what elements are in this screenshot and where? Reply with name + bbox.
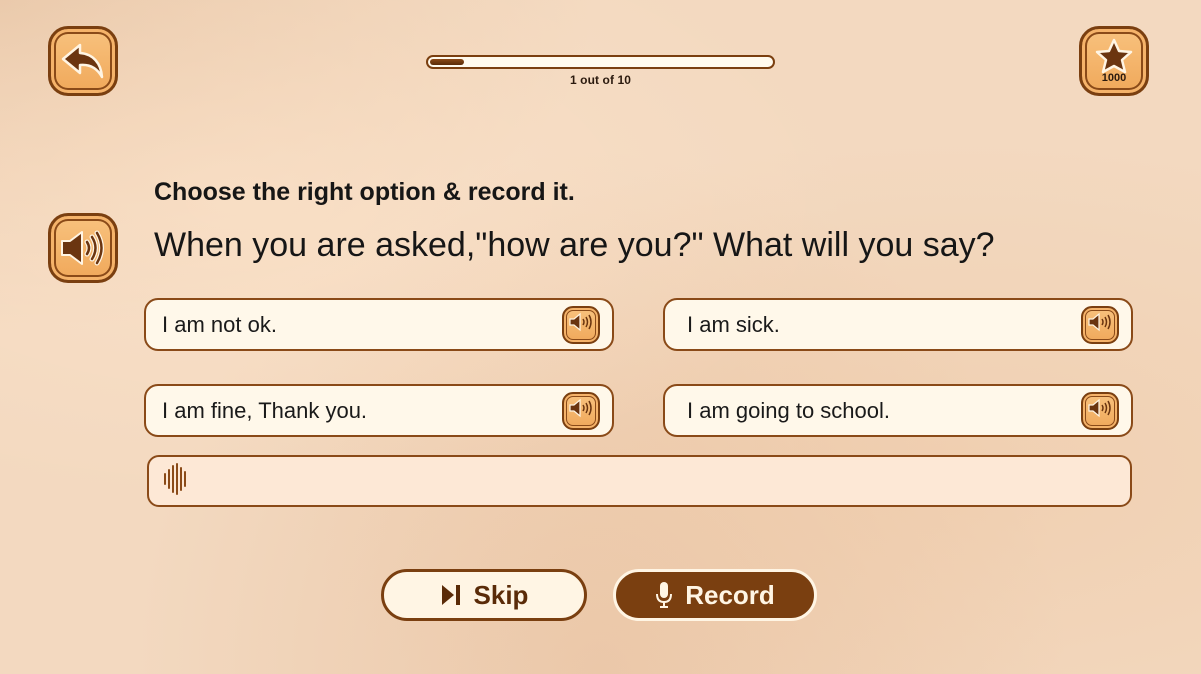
progress-fill	[430, 59, 465, 65]
question-text: When you are asked,"how are you?" What w…	[154, 226, 995, 264]
speaker-icon	[568, 312, 594, 337]
option-button[interactable]: I am fine, Thank you.	[144, 384, 614, 437]
option-button[interactable]: I am sick.	[663, 298, 1133, 351]
skip-button[interactable]: Skip	[381, 569, 587, 621]
recording-output-bar	[147, 455, 1132, 507]
option-text: I am fine, Thank you.	[162, 397, 368, 423]
option-text: I am sick.	[687, 311, 780, 337]
speaker-icon	[568, 398, 594, 423]
option-text: I am not ok.	[162, 311, 277, 337]
record-label: Record	[685, 579, 775, 610]
speaker-icon	[1087, 312, 1113, 337]
progress-indicator: 1 out of 10	[426, 55, 775, 87]
record-button[interactable]: Record	[613, 569, 817, 621]
option-button[interactable]: I am going to school.	[663, 384, 1133, 437]
option-play-button[interactable]	[1081, 305, 1119, 344]
option-play-button[interactable]	[1081, 391, 1119, 430]
play-question-button[interactable]	[48, 213, 118, 283]
progress-bar	[426, 55, 775, 69]
back-arrow-icon	[60, 41, 106, 81]
option-play-button[interactable]	[562, 305, 600, 344]
option-text: I am going to school.	[687, 397, 891, 423]
score-value: 1000	[1101, 72, 1127, 84]
option-play-button[interactable]	[562, 391, 600, 430]
progress-label: 1 out of 10	[569, 73, 632, 87]
waveform-icon	[163, 462, 189, 501]
skip-next-icon	[440, 583, 462, 607]
speaker-icon	[1087, 398, 1113, 423]
instruction-text: Choose the right option & record it.	[154, 178, 575, 206]
back-button[interactable]	[48, 26, 118, 96]
score-badge[interactable]: 1000	[1079, 26, 1149, 96]
option-button[interactable]: I am not ok.	[144, 298, 614, 351]
skip-label: Skip	[473, 579, 529, 610]
star-icon	[1095, 38, 1133, 74]
speaker-icon	[58, 228, 108, 268]
microphone-icon	[655, 580, 673, 610]
